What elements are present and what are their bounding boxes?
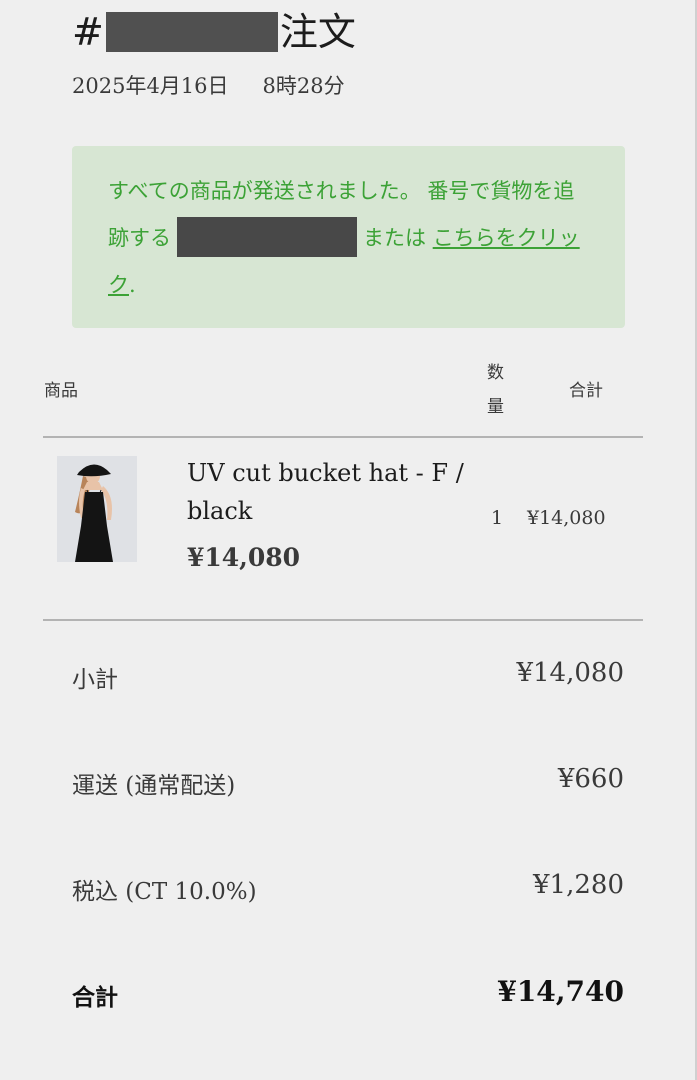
shipping-value: ¥660	[557, 764, 624, 794]
item-name[interactable]: UV cut bucket hat - F / black	[187, 454, 477, 530]
order-title: # 注文	[72, 4, 356, 60]
redacted-order-number	[105, 12, 278, 52]
subtotal-label: 小計	[72, 667, 118, 693]
order-title-suffix: 注文	[279, 10, 356, 54]
tax-label: 税込 (CT 10.0%)	[72, 879, 257, 905]
product-thumbnail[interactable]	[57, 456, 137, 562]
tax-value: ¥1,280	[533, 870, 624, 900]
grand-total-label: 合計	[72, 984, 118, 1011]
grand-total-value: ¥14,740	[497, 975, 624, 1008]
header-product: 商品	[44, 381, 78, 401]
shipping-notice: すべての商品が発送されました。 番号で貨物を追跡する または こちらをクリック.	[72, 146, 625, 328]
order-time: 8時28分	[262, 74, 345, 98]
item-line-total: ¥14,080	[527, 507, 606, 529]
shipping-label: 運送 (通常配送)	[72, 773, 236, 799]
order-title-prefix: #	[72, 10, 104, 54]
header-divider	[43, 436, 643, 438]
header-quantity: 数量	[487, 363, 504, 417]
item-price: ¥14,080	[187, 543, 301, 572]
subtotal-value: ¥14,080	[516, 658, 624, 688]
order-date: 2025年4月16日	[72, 74, 229, 98]
product-photo-illustration	[57, 456, 137, 562]
order-datetime: 2025年4月16日 8時28分	[72, 70, 345, 100]
item-quantity: 1	[491, 507, 504, 529]
item-divider	[43, 619, 643, 621]
header-total: 合計	[569, 381, 603, 401]
notice-text-end: .	[129, 273, 136, 297]
redacted-tracking-number	[177, 216, 357, 257]
notice-text-or: または	[363, 226, 426, 250]
